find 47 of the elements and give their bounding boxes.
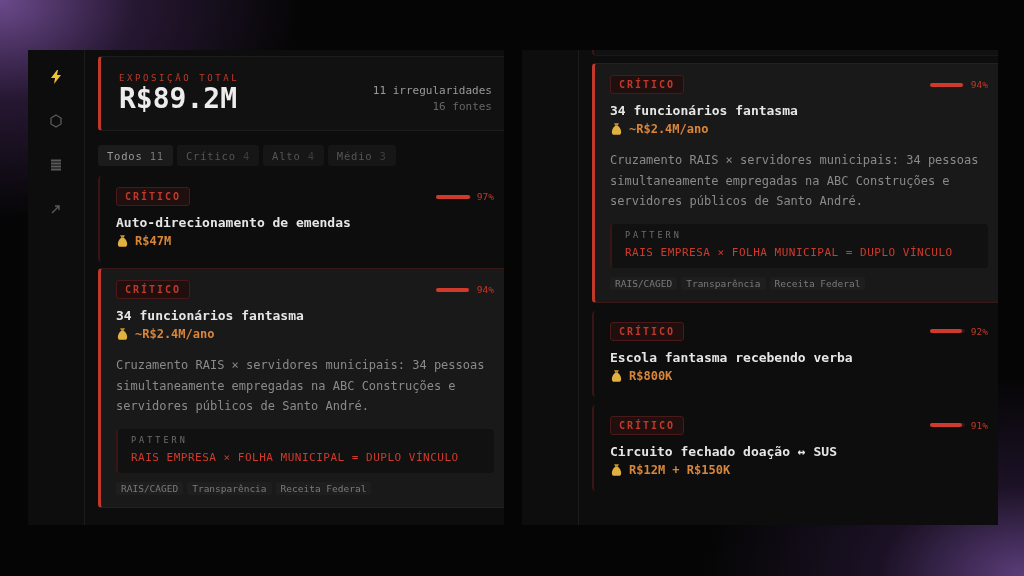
pattern-label: PATTERN [625,229,683,240]
severity-badge: CRÍTICO [610,321,685,341]
source-tag: Receita Federal [275,481,372,495]
confidence-percent: 91% [970,419,988,431]
hexagon-icon [48,113,64,129]
confidence-percent: 92% [970,325,988,337]
irregularities-count: 11 irregularidades [372,82,492,99]
amount-text: R$47M [135,234,172,248]
confidence-percent: 97% [476,191,494,202]
amount-text: ~R$2.4M/ano [629,122,709,136]
source-tag: Transparência [187,481,272,495]
severity-badge: CRÍTICO [116,187,191,206]
finding-description: Cruzamento RAIS × servidores municipais: 34 pessoas simultaneamente empregadas na ABC Construções e servidores públicos de Santo André. [610,152,980,210]
confidence-percent: 94% [970,79,988,90]
source-tag: Receita Federal [769,276,866,290]
finding-title: Auto-direcionamento de emendas [116,215,352,230]
finding-description: Cruzamento RAIS × servidores municipais: 34 pessoas simultaneamente empregadas na ABC Construções e servidores públicos de Santo André. [116,357,486,415]
finding-title: Escola fantasma recebendo verba [610,349,854,365]
finding-title: 34 funcionários fantasma [116,308,305,323]
money-bag-icon [116,234,129,248]
pattern-text: RAIS EMPRESA × FOLHA MUNICIPAL = DUPLO VÍNCULO [131,450,460,464]
sources-count: 16 fontes [431,98,492,115]
pattern-text: RAIS EMPRESA × FOLHA MUNICIPAL = DUPLO VÍNCULO [625,245,954,259]
money-bag-icon [610,462,623,477]
amount-text: R$800K [629,368,673,383]
money-bag-icon [116,327,129,341]
amount-text: R$12M + R$150K [629,462,731,477]
lightning-icon [48,69,64,85]
source-tag: Transparência [681,276,766,290]
confidence-percent: 94% [476,284,494,295]
severity-badge: CRÍTICO [610,75,685,94]
filter-tab[interactable]: Todos 11 [98,145,173,166]
source-tag: RAIS/CAGED [116,481,184,495]
severity-badge: CRÍTICO [116,280,191,299]
money-bag-icon [610,122,623,136]
pattern-label: PATTERN [131,434,189,445]
finding-title: Circuito fechado doação ↔ SUS [610,443,838,459]
severity-badge: CRÍTICO [610,415,685,435]
total-value: R$89.2M [119,82,238,115]
finding-card[interactable] [592,63,998,303]
amount-text: ~R$2.4M/ano [135,327,215,341]
summary-label: EXPOSIÇÃO TOTAL [119,72,240,83]
money-bag-icon [610,368,623,383]
list-icon [48,157,64,173]
finding-card[interactable] [98,268,504,508]
source-tag: RAIS/CAGED [610,276,678,290]
finding-title: 34 funcionários fantasma [610,103,799,118]
